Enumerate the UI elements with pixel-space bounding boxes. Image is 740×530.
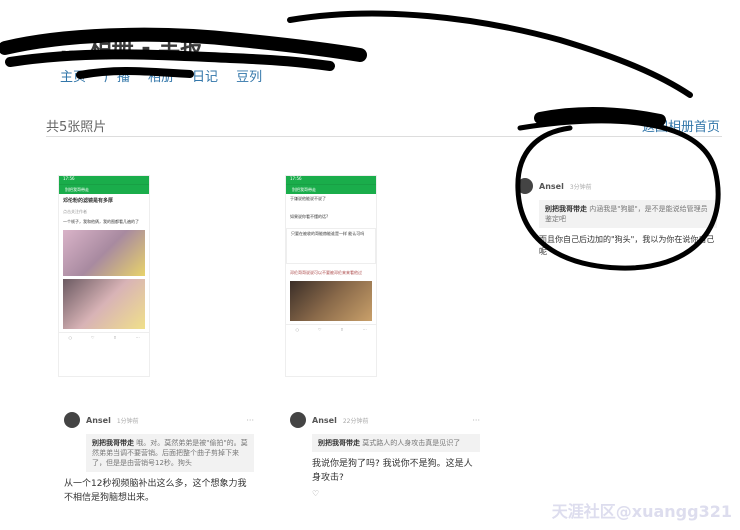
avatar (290, 412, 306, 428)
back-to-album-link[interactable]: 返回相册首页 (642, 116, 720, 135)
quote-text: 莫式路人的人身攻击真是见识了 (362, 439, 461, 447)
post-image (63, 230, 145, 276)
avatar (64, 412, 80, 428)
comment-time: 22分钟前 (342, 417, 369, 425)
status-bar: 17:56 (59, 176, 149, 184)
quoted-comment: 别把我哥带走 莫式路人的人身攻击真是见识了 (312, 434, 480, 452)
profile-nav: 主页 广播 相册 日记 豆列 (60, 66, 262, 85)
nav-diary[interactable]: 日记 (192, 66, 218, 85)
avatar (517, 178, 533, 194)
more-icon[interactable]: ··· (472, 416, 480, 425)
action-bar: ○ ♡ ⇪ ⋯ (286, 324, 376, 333)
nav-home[interactable]: 主页 (60, 66, 86, 85)
page-title: … 相册 - 羊报 (60, 36, 203, 61)
watermark: 天涯社区@xuangg321 (551, 502, 732, 521)
post-image (290, 281, 372, 321)
comment-card-right: Ansel 3分钟前 别把我哥带走 内涵我是"狗腿"，是不是能说给管理员鉴定吧 … (517, 178, 717, 258)
photo-thumbnail-2[interactable]: 17:56 别把我哥带走 于谦说他能说不说了 如果说你看不懂的话? 只要在被收的… (285, 175, 377, 377)
nav-album[interactable]: 相册 (148, 66, 174, 85)
nav-doulist[interactable]: 豆列 (236, 66, 262, 85)
post-text: 于谦说他能说不说了 (290, 196, 326, 201)
nav-broadcast[interactable]: 广播 (104, 66, 130, 85)
like-icon[interactable]: ♡ (312, 489, 480, 498)
quoted-comment: 别把我哥带走 哦。对。莫然弟弟是被"偷拍"的。莫然弟弟当调不要营销。后面把整个曲… (86, 434, 254, 472)
quote-username: 别把我哥带走 (545, 205, 587, 213)
comment-username: Ansel (86, 415, 111, 425)
quoted-comment: 别把我哥带走 内涵我是"狗腿"，是不是能说给管理员鉴定吧 (539, 200, 717, 228)
quote-username: 别把我哥带走 (92, 439, 134, 447)
comment-time: 1分钟前 (116, 417, 139, 425)
comment-text: 我说你是狗了吗? 我说你不是狗。这是人身攻击? (312, 459, 473, 483)
app-header: 别把我哥带走 (59, 184, 149, 194)
status-bar: 17:56 (286, 176, 376, 184)
photo-count: 共5张照片 (46, 120, 107, 135)
post-meta: 点击关注作者 (63, 209, 87, 214)
comment-text: 从一个12秒视频脑补出这么多，这个想象力我不相信是狗脑想出来。 (64, 479, 247, 503)
post-text: 邓伦哥哥说说可以不要被邓伦来来看他过 (290, 270, 362, 275)
comment-text: 而且你自己后边加的"狗头"，我以为你在说你自己呢 (539, 235, 715, 256)
post-image (63, 279, 145, 329)
quote-username: 别把我哥带走 (318, 439, 360, 447)
post-text: 如果说你看不懂的话? (290, 214, 329, 219)
app-header: 别把我哥带走 (286, 184, 376, 194)
divider (46, 136, 722, 137)
more-icon[interactable]: ··· (246, 416, 254, 425)
comment-username: Ansel (312, 415, 337, 425)
comment-time: 3分钟前 (569, 183, 592, 191)
quoted-post: 只要在被收的哥能赫能谁是一样 能认可吗 (286, 228, 376, 264)
comment-username: Ansel (539, 181, 564, 191)
post-text: 一个帧子，我和他俩，我的图都看几遍的了 (63, 219, 139, 224)
post-title: 邓伦粉的滤镜是有多厚 (63, 198, 114, 204)
action-bar: ○ ♡ ⇪ ⋯ (59, 332, 149, 341)
comment-card-left: Ansel 1分钟前 ··· 别把我哥带走 哦。对。莫然弟弟是被"偷拍"的。莫然… (64, 412, 254, 505)
photo-thumbnail-1[interactable]: 17:56 别把我哥带走 邓伦粉的滤镜是有多厚 点击关注作者 一个帧子，我和他俩… (58, 175, 150, 377)
comment-card-mid: Ansel 22分钟前 ··· 别把我哥带走 莫式路人的人身攻击真是见识了 我说… (290, 412, 480, 498)
